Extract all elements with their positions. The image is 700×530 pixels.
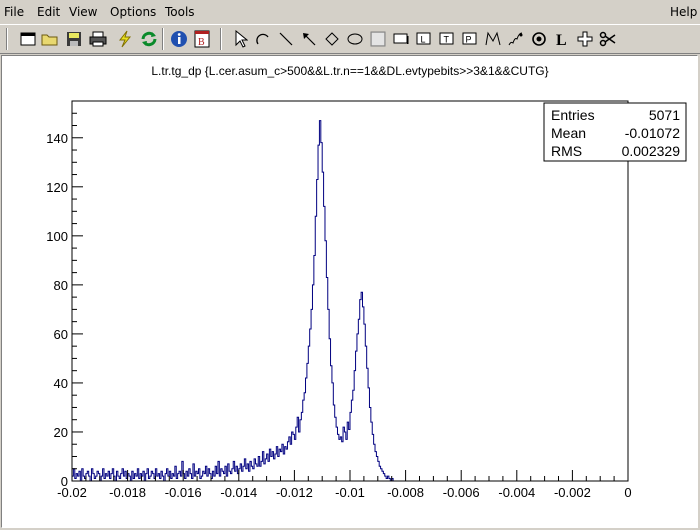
cut-icon[interactable] — [598, 29, 618, 49]
toolbar-separator — [162, 28, 164, 50]
menu-options-label: Options — [110, 5, 157, 19]
stats-rms-value: 0.002329 — [622, 143, 681, 159]
stats-mean-value: -0.01072 — [625, 125, 680, 141]
y-tick-label: 140 — [46, 131, 68, 146]
svg-text:L: L — [556, 32, 567, 47]
x-tick-label: -0.006 — [443, 485, 480, 500]
x-tick-label: -0.01 — [335, 485, 365, 500]
new-canvas-icon[interactable] — [18, 29, 38, 49]
menu-tools[interactable]: Tools — [165, 5, 195, 19]
x-tick-label: -0.018 — [109, 485, 146, 500]
save-icon[interactable] — [64, 29, 84, 49]
x-tick-label: -0.002 — [554, 485, 591, 500]
stats-box[interactable]: Entries 5071 Mean -0.01072 RMS 0.002329 — [543, 102, 687, 162]
marker-icon[interactable] — [529, 29, 549, 49]
x-tick-label: -0.008 — [387, 485, 424, 500]
diamond-icon[interactable] — [322, 29, 342, 49]
stats-mean-label: Mean — [551, 125, 586, 141]
paves-text-icon[interactable]: P — [460, 29, 480, 49]
toolbar-separator — [6, 28, 8, 50]
menu-edit-label: Edit — [37, 5, 61, 19]
svg-text:L: L — [421, 35, 426, 45]
y-tick-label: 100 — [46, 229, 68, 244]
y-tick-label: 0 — [61, 474, 68, 489]
menu-edit[interactable]: Edit — [37, 5, 60, 19]
menu-file-label: File — [4, 5, 25, 19]
y-tick-label: 120 — [46, 180, 68, 195]
svg-text:P: P — [466, 35, 472, 45]
latex-icon[interactable]: L — [552, 29, 572, 49]
y-tick-label: 80 — [54, 278, 68, 293]
pointer-icon[interactable] — [231, 29, 251, 49]
toolbar-separator — [220, 28, 222, 50]
toolbar: B L T P L — [0, 24, 700, 54]
menu-view-label: View — [69, 5, 98, 19]
pave-text-icon[interactable]: T — [437, 29, 457, 49]
polyline-icon[interactable] — [483, 29, 503, 49]
histogram-plot[interactable]: -0.02 -0.018 -0.016 -0.014 -0.012 -0.01 -0.008… — [2, 56, 697, 527]
pave-icon[interactable] — [391, 29, 411, 49]
x-tick-label: 0 — [624, 485, 631, 500]
line-icon[interactable] — [276, 29, 296, 49]
refresh-icon[interactable] — [139, 29, 159, 49]
stats-entries-label: Entries — [551, 107, 595, 123]
stats-entries-value: 5071 — [649, 107, 680, 123]
curly-line-icon[interactable] — [506, 29, 526, 49]
info-icon[interactable] — [169, 29, 189, 49]
x-tick-label: -0.014 — [220, 485, 257, 500]
histogram-line[interactable] — [72, 120, 398, 482]
menu-help[interactable]: Help — [670, 5, 697, 19]
y-tick-label: 60 — [54, 327, 68, 342]
interrupt-icon[interactable] — [115, 29, 135, 49]
arrow-icon[interactable] — [299, 29, 319, 49]
histogram-title: L.tr.tg_dp {L.cer.asum_c>500&&L.tr.n==1&… — [151, 64, 548, 78]
open-icon[interactable] — [40, 29, 60, 49]
x-tick-label: -0.016 — [165, 485, 202, 500]
title-box: L.tr.tg_dp {L.cer.asum_c>500&&L.tr.n==1&… — [151, 64, 548, 78]
graph-cross-icon[interactable] — [575, 29, 595, 49]
stats-rms-label: RMS — [551, 143, 582, 159]
pad-icon[interactable] — [368, 29, 388, 49]
browser-icon[interactable]: B — [192, 29, 212, 49]
menu-options[interactable]: Options — [110, 5, 156, 19]
arc-icon[interactable] — [253, 29, 273, 49]
menu-view[interactable]: View — [69, 5, 97, 19]
pave-label-icon[interactable]: L — [414, 29, 434, 49]
canvas[interactable]: -0.02 -0.018 -0.016 -0.014 -0.012 -0.01 -0.008… — [1, 55, 698, 528]
y-tick-label: 40 — [54, 376, 68, 391]
x-tick-label: -0.012 — [276, 485, 313, 500]
menu-tools-label: Tools — [165, 5, 195, 19]
ellipse-icon[interactable] — [345, 29, 365, 49]
svg-text:T: T — [444, 35, 450, 45]
x-tick-label: -0.004 — [498, 485, 535, 500]
print-icon[interactable] — [88, 29, 108, 49]
menu-help-label: Help — [670, 5, 698, 19]
svg-text:B: B — [198, 37, 205, 48]
y-tick-label: 20 — [54, 425, 68, 440]
menu-bar: File Edit View Options Tools Help — [0, 0, 700, 24]
menu-file[interactable]: File — [4, 5, 24, 19]
